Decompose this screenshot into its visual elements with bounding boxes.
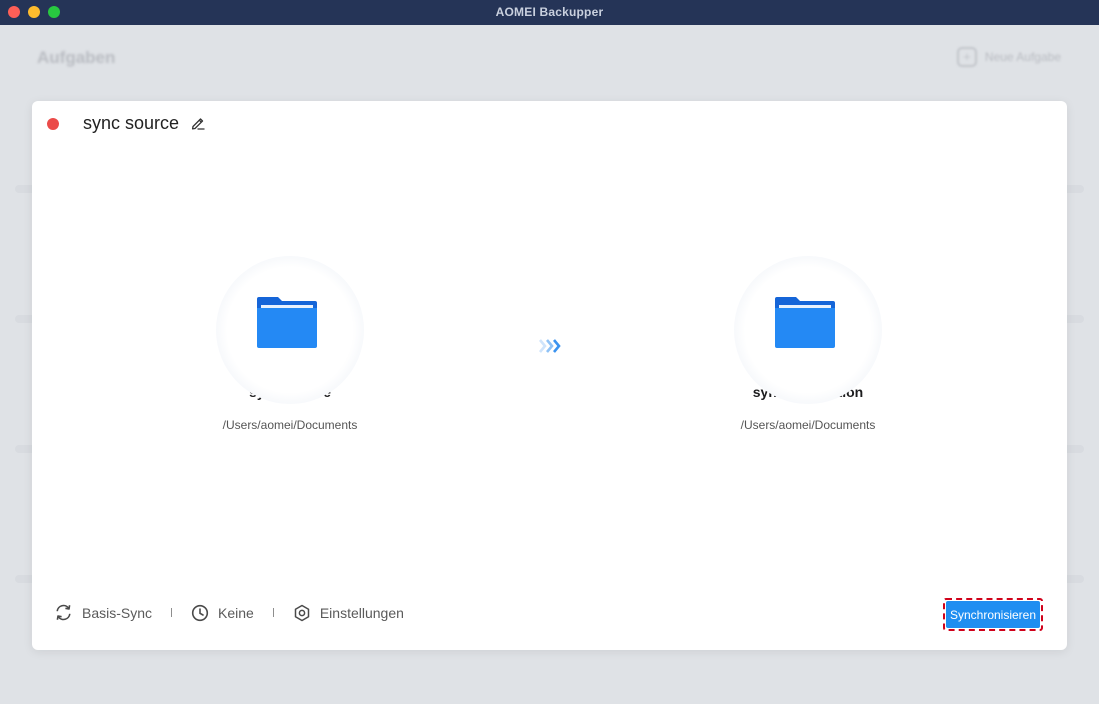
source-folder-area	[216, 256, 364, 404]
folder-icon	[775, 297, 835, 348]
new-task-button: + Neue Aufgabe	[956, 47, 1061, 67]
synchronize-button[interactable]: Synchronisieren	[946, 601, 1040, 628]
status-indicator	[47, 118, 59, 130]
schedule-option[interactable]: Keine	[191, 604, 254, 622]
plus-icon: +	[956, 47, 977, 67]
divider	[171, 608, 173, 617]
sync-destination-panel[interactable]: sync destination /Users/aomei/Documents	[678, 256, 938, 432]
settings-label: Einstellungen	[319, 604, 404, 621]
sync-mode-option[interactable]: Basis-Sync	[54, 603, 152, 622]
clock-icon	[191, 604, 209, 621]
folder-icon	[257, 297, 317, 348]
task-name: sync source	[83, 113, 180, 133]
destination-folder-area	[734, 256, 882, 404]
sync-mode-label: Basis-Sync	[82, 604, 153, 621]
background-heading: Aufgaben	[37, 48, 116, 67]
synchronize-button-highlight: Synchronisieren	[943, 598, 1043, 631]
new-task-label: Neue Aufgabe	[984, 50, 1061, 64]
settings-hexagon-icon	[294, 604, 310, 621]
options-bar: Basis-Sync Keine Einstellungen	[54, 603, 404, 622]
sync-source-panel[interactable]: sync source /Users/aomei/Documents	[160, 256, 420, 432]
destination-path: /Users/aomei/Documents	[740, 418, 876, 432]
divider	[272, 608, 274, 617]
source-path: /Users/aomei/Documents	[222, 418, 358, 432]
window-title: AOMEI Backupper	[495, 5, 604, 19]
title-bar: AOMEI Backupper	[0, 0, 1099, 25]
sync-task-dialog: sync source sync source /Users/aomei/Doc…	[32, 101, 1067, 650]
schedule-label: Keine	[218, 604, 254, 621]
settings-option[interactable]: Einstellungen	[293, 604, 404, 622]
pencil-edit-icon[interactable]	[190, 115, 206, 131]
triple-chevron-right-icon	[539, 339, 561, 353]
sync-cycle-icon	[56, 604, 71, 621]
